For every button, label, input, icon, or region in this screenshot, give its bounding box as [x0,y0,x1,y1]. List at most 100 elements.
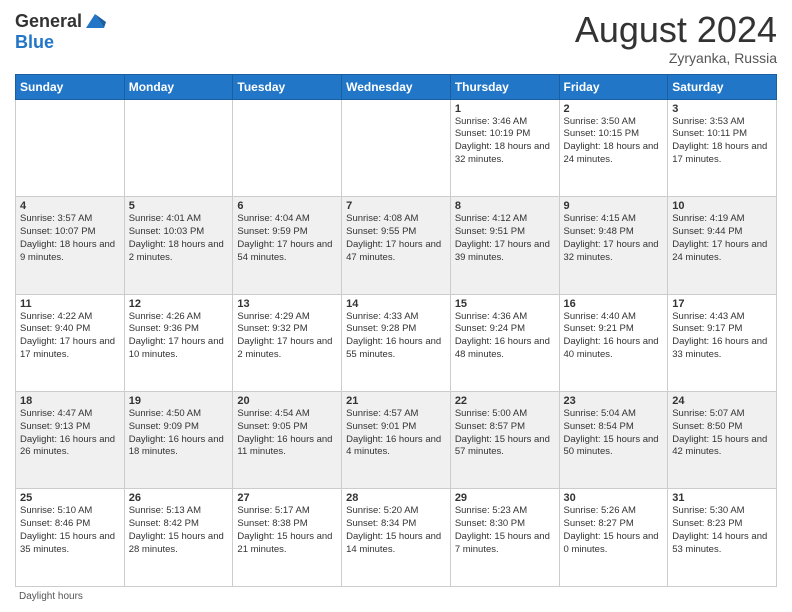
calendar-cell: 27Sunrise: 5:17 AMSunset: 8:38 PMDayligh… [233,489,342,587]
calendar-cell: 8Sunrise: 4:12 AMSunset: 9:51 PMDaylight… [450,197,559,294]
day-number: 7 [346,200,446,212]
day-number: 11 [20,298,120,310]
sunset: Sunset: 8:34 PM [346,518,416,529]
sunrise: Sunrise: 4:47 AM [20,408,92,419]
sunset: Sunset: 8:30 PM [455,518,525,529]
daylight: Daylight: 15 hours and 28 minutes. [129,531,224,555]
day-number: 30 [564,492,664,504]
sunset: Sunset: 9:32 PM [237,323,307,334]
sunrise: Sunrise: 5:10 AM [20,505,92,516]
calendar-cell: 17Sunrise: 4:43 AMSunset: 9:17 PMDayligh… [668,294,777,391]
sunset: Sunset: 8:27 PM [564,518,634,529]
sunset: Sunset: 8:50 PM [672,421,742,432]
day-number: 22 [455,395,555,407]
day-number: 31 [672,492,772,504]
daylight: Daylight: 15 hours and 57 minutes. [455,434,550,458]
daylight: Daylight: 18 hours and 32 minutes. [455,141,550,165]
calendar-week-row: 11Sunrise: 4:22 AMSunset: 9:40 PMDayligh… [16,294,777,391]
daylight: Daylight: 15 hours and 21 minutes. [237,531,332,555]
daylight: Daylight: 16 hours and 26 minutes. [20,434,115,458]
day-info: Sunrise: 5:07 AMSunset: 8:50 PMDaylight:… [672,408,772,459]
day-number: 28 [346,492,446,504]
daylight: Daylight: 18 hours and 9 minutes. [20,239,115,263]
weekday-header: Saturday [668,74,777,99]
day-info: Sunrise: 5:26 AMSunset: 8:27 PMDaylight:… [564,505,664,556]
calendar-cell: 19Sunrise: 4:50 AMSunset: 9:09 PMDayligh… [124,392,233,489]
sunset: Sunset: 8:23 PM [672,518,742,529]
sunset: Sunset: 9:24 PM [455,323,525,334]
sunrise: Sunrise: 3:57 AM [20,213,92,224]
logo-general-text: General [15,11,82,32]
sunset: Sunset: 9:09 PM [129,421,199,432]
daylight: Daylight: 16 hours and 33 minutes. [672,336,767,360]
calendar-cell: 23Sunrise: 5:04 AMSunset: 8:54 PMDayligh… [559,392,668,489]
sunrise: Sunrise: 4:54 AM [237,408,309,419]
footer-note: Daylight hours [15,591,777,602]
page: General Blue August 2024 Zyryanka, Russi… [0,0,792,612]
day-number: 13 [237,298,337,310]
title-block: August 2024 Zyryanka, Russia [575,10,777,66]
day-info: Sunrise: 4:47 AM Sunset: 9:13 PM Daylight:… [20,408,120,459]
day-info: Sunrise: 4:22 AMSunset: 9:40 PMDaylight:… [20,311,120,362]
sunset: Sunset: 8:46 PM [20,518,90,529]
day-info: Sunrise: 4:26 AMSunset: 9:36 PMDaylight:… [129,311,229,362]
sunset: Sunset: 9:13 PM [20,421,90,432]
day-number: 25 [20,492,120,504]
calendar-cell [342,99,451,196]
sunset: Sunset: 10:15 PM [564,128,640,139]
daylight: Daylight: 15 hours and 35 minutes. [20,531,115,555]
sunrise: Sunrise: 5:07 AM [672,408,744,419]
sunrise: Sunrise: 4:01 AM [129,213,201,224]
day-number: 5 [129,200,229,212]
day-info: Sunrise: 5:10 AM Sunset: 8:46 PM Daylight:… [20,505,120,556]
calendar-cell [233,99,342,196]
daylight: Daylight: 17 hours and 54 minutes. [237,239,332,263]
calendar-cell: 18Sunrise: 4:47 AMSunset: 9:13 PMDayligh… [16,392,125,489]
sunrise: Sunrise: 4:12 AM [455,213,527,224]
day-info: Sunrise: 5:00 AM Sunset: 8:57 PM Daylight:… [455,408,555,459]
calendar-cell: 2Sunrise: 3:50 AMSunset: 10:15 PMDayligh… [559,99,668,196]
day-number: 2 [564,103,664,115]
sunset: Sunset: 9:55 PM [346,226,416,237]
sunrise: Sunrise: 5:17 AM [237,505,309,516]
day-info: Sunrise: 4:04 AMSunset: 9:59 PMDaylight:… [237,213,337,264]
day-info: Sunrise: 4:19 AMSunset: 9:44 PMDaylight:… [672,213,772,264]
day-number: 9 [564,200,664,212]
daylight: Daylight: 15 hours and 14 minutes. [346,531,441,555]
calendar-week-row: 18Sunrise: 4:47 AMSunset: 9:13 PMDayligh… [16,392,777,489]
day-number: 29 [455,492,555,504]
day-number: 3 [672,103,772,115]
daylight: Daylight: 17 hours and 10 minutes. [129,336,224,360]
daylight: Daylight: 16 hours and 18 minutes. [129,434,224,458]
day-number: 15 [455,298,555,310]
calendar-cell: 12Sunrise: 4:26 AMSunset: 9:36 PMDayligh… [124,294,233,391]
day-number: 1 [455,103,555,115]
daylight: Daylight: 17 hours and 32 minutes. [564,239,659,263]
sunset: Sunset: 9:21 PM [564,323,634,334]
day-info: Sunrise: 5:30 AMSunset: 8:23 PMDaylight:… [672,505,772,556]
daylight: Daylight: 17 hours and 47 minutes. [346,239,441,263]
sunrise: Sunrise: 5:00 AM [455,408,527,419]
day-info: Sunrise: 4:01 AMSunset: 10:03 PMDaylight… [129,213,229,264]
sunrise: Sunrise: 5:26 AM [564,505,636,516]
calendar-cell: 7Sunrise: 4:08 AM Sunset: 9:55 PM Daylight… [342,197,451,294]
sunset: Sunset: 8:54 PM [564,421,634,432]
sunset: Sunset: 8:57 PM [455,421,525,432]
sunrise: Sunrise: 4:40 AM [564,311,636,322]
calendar-week-row: 4Sunrise: 3:57 AMSunset: 10:07 PMDayligh… [16,197,777,294]
calendar-cell: 25Sunrise: 5:10 AM Sunset: 8:46 PM Dayligh… [16,489,125,587]
month-title: August 2024 [575,10,777,50]
calendar-cell: 4Sunrise: 3:57 AMSunset: 10:07 PMDayligh… [16,197,125,294]
daylight: Daylight: 18 hours and 17 minutes. [672,141,767,165]
day-info: Sunrise: 4:57 AMSunset: 9:01 PMDaylight:… [346,408,446,459]
day-number: 20 [237,395,337,407]
day-info: Sunrise: 5:20 AMSunset: 8:34 PMDaylight:… [346,505,446,556]
calendar-week-row: 1Sunrise: 3:46 AMSunset: 10:19 PMDayligh… [16,99,777,196]
day-info: Sunrise: 4:43 AMSunset: 9:17 PMDaylight:… [672,311,772,362]
sunrise: Sunrise: 4:08 AM [346,213,418,224]
calendar-cell: 21Sunrise: 4:57 AMSunset: 9:01 PMDayligh… [342,392,451,489]
calendar-cell [16,99,125,196]
daylight: Daylight: 15 hours and 50 minutes. [564,434,659,458]
logo-icon [84,10,106,32]
day-info: Sunrise: 3:57 AMSunset: 10:07 PMDaylight… [20,213,120,264]
